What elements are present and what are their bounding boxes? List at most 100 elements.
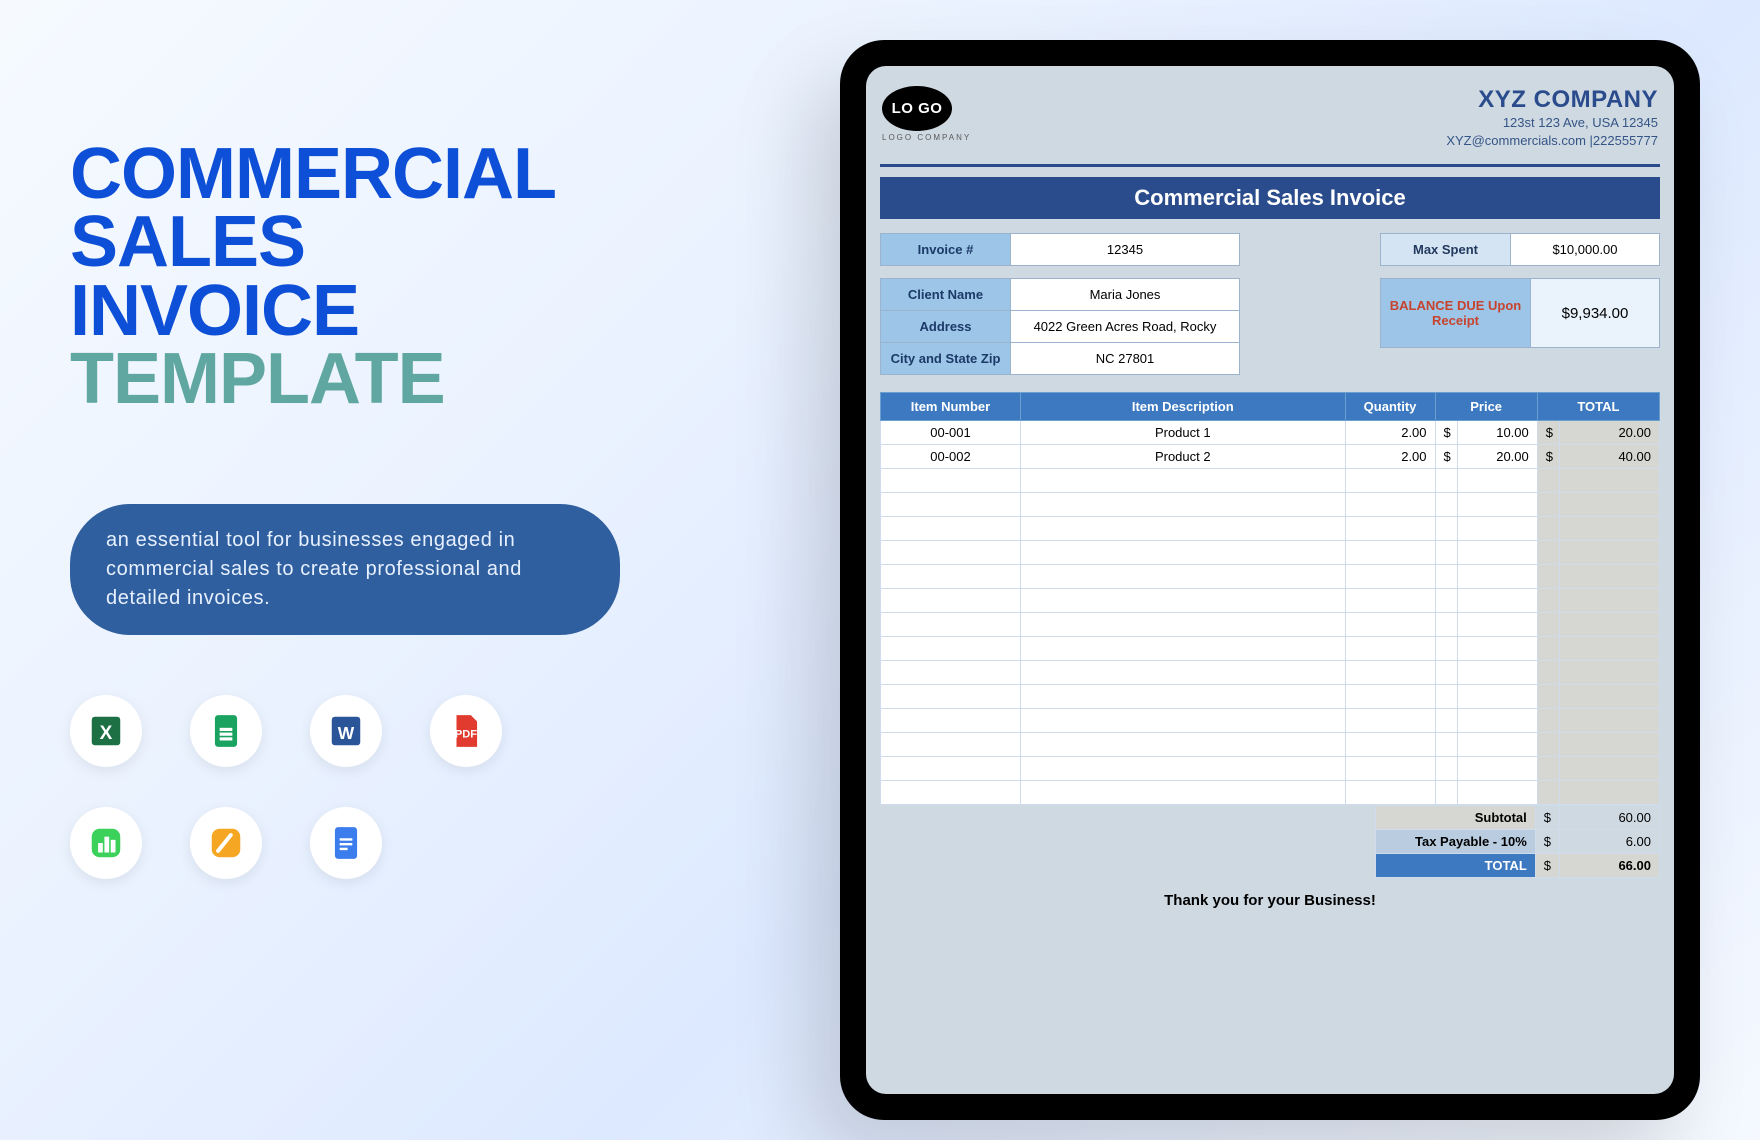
- table-row: 00-001Product 12.00$10.00$20.00: [881, 421, 1660, 445]
- info-right: Max Spent $10,000.00 BALANCE DUE Upon Re…: [1380, 233, 1660, 374]
- tax-label: Tax Payable - 10%: [1375, 830, 1535, 854]
- google-sheets-icon[interactable]: [190, 695, 262, 767]
- table-row: [881, 733, 1660, 757]
- cell-qty: 2.00: [1345, 445, 1435, 469]
- cell-price-cur: $: [1435, 421, 1457, 445]
- table-row: [881, 685, 1660, 709]
- balance-due-label: BALANCE DUE Upon Receipt: [1381, 279, 1531, 347]
- table-row: [881, 541, 1660, 565]
- subtotal-row: Subtotal $ 60.00: [880, 806, 1660, 830]
- company-contact: XYZ@commercials.com |222555777: [1446, 132, 1658, 150]
- invoice-number-row: Invoice # 12345: [880, 233, 1240, 266]
- subtotal-label: Subtotal: [1375, 806, 1535, 830]
- company-block: XYZ COMPANY 123st 123 Ave, USA 12345 XYZ…: [1446, 86, 1658, 150]
- items-table-body: 00-001Product 12.00$10.00$20.0000-002Pro…: [881, 421, 1660, 805]
- logo-subtext: LOGO COMPANY: [882, 133, 971, 142]
- col-price: Price: [1435, 393, 1537, 421]
- cell-price: 20.00: [1457, 445, 1537, 469]
- city-state-zip-row: City and State Zip NC 27801: [880, 342, 1240, 375]
- headline-line-3: INVOICE: [70, 277, 630, 345]
- thanks-text: Thank you for your Business!: [880, 892, 1660, 909]
- cell-item-desc: Product 1: [1021, 421, 1346, 445]
- header-rule: [880, 164, 1660, 167]
- address-row: Address 4022 Green Acres Road, Rocky: [880, 310, 1240, 343]
- cell-item-no: 00-001: [881, 421, 1021, 445]
- apple-pages-icon[interactable]: [190, 807, 262, 879]
- invoice-header: LO GO LOGO COMPANY XYZ COMPANY 123st 123…: [880, 80, 1660, 160]
- cell-item-desc: Product 2: [1021, 445, 1346, 469]
- city-state-zip-value: NC 27801: [1011, 343, 1239, 374]
- total-label: TOTAL: [1375, 854, 1535, 878]
- address-label: Address: [881, 311, 1011, 342]
- balance-due-value: $9,934.00: [1531, 279, 1659, 347]
- client-name-value: Maria Jones: [1011, 279, 1239, 310]
- subtotal-value: 60.00: [1560, 806, 1660, 830]
- invoice-number-value: 12345: [1011, 234, 1239, 265]
- tax-value: 6.00: [1560, 830, 1660, 854]
- tablet-frame: LO GO LOGO COMPANY XYZ COMPANY 123st 123…: [840, 40, 1700, 1120]
- col-quantity: Quantity: [1345, 393, 1435, 421]
- address-value: 4022 Green Acres Road, Rocky: [1011, 311, 1239, 342]
- tablet-screen: LO GO LOGO COMPANY XYZ COMPANY 123st 123…: [866, 66, 1674, 1094]
- tax-currency: $: [1535, 830, 1559, 854]
- invoice-title: Commercial Sales Invoice: [880, 177, 1660, 219]
- cell-total-cur: $: [1537, 445, 1559, 469]
- headline-line-2: SALES: [70, 208, 630, 276]
- cell-price: 10.00: [1457, 421, 1537, 445]
- total-row: TOTAL $ 66.00: [880, 854, 1660, 878]
- description-pill: an essential tool for businesses engaged…: [70, 504, 620, 635]
- subtotal-currency: $: [1535, 806, 1559, 830]
- left-panel: COMMERCIAL SALES INVOICE TEMPLATE an ess…: [70, 140, 630, 879]
- svg-text:W: W: [338, 722, 355, 742]
- max-spent-row: Max Spent $10,000.00: [1380, 233, 1660, 266]
- svg-text:X: X: [100, 722, 113, 743]
- excel-icon[interactable]: X: [70, 695, 142, 767]
- items-table-head: Item Number Item Description Quantity Pr…: [881, 393, 1660, 421]
- cell-total-cur: $: [1537, 421, 1559, 445]
- table-row: 00-002Product 22.00$20.00$40.00: [881, 445, 1660, 469]
- table-row: [881, 469, 1660, 493]
- table-row: [881, 709, 1660, 733]
- word-icon[interactable]: W: [310, 695, 382, 767]
- cell-total: 40.00: [1560, 445, 1660, 469]
- max-spent-label: Max Spent: [1381, 234, 1511, 265]
- client-name-label: Client Name: [881, 279, 1011, 310]
- table-row: [881, 517, 1660, 541]
- balance-due-row: BALANCE DUE Upon Receipt $9,934.00: [1380, 278, 1660, 348]
- table-row: [881, 757, 1660, 781]
- apple-numbers-icon[interactable]: [70, 807, 142, 879]
- table-row: [881, 493, 1660, 517]
- info-left: Invoice # 12345 Client Name Maria Jones …: [880, 233, 1240, 374]
- total-currency: $: [1535, 854, 1559, 878]
- table-row: [881, 637, 1660, 661]
- info-row: Invoice # 12345 Client Name Maria Jones …: [880, 233, 1660, 374]
- table-row: [881, 613, 1660, 637]
- cell-qty: 2.00: [1345, 421, 1435, 445]
- client-name-row: Client Name Maria Jones: [880, 278, 1240, 311]
- company-name: XYZ COMPANY: [1446, 86, 1658, 114]
- pdf-icon[interactable]: PDF: [430, 695, 502, 767]
- google-docs-icon[interactable]: [310, 807, 382, 879]
- items-table: Item Number Item Description Quantity Pr…: [880, 392, 1660, 805]
- invoice-sheet: LO GO LOGO COMPANY XYZ COMPANY 123st 123…: [880, 80, 1660, 909]
- table-row: [881, 589, 1660, 613]
- format-icons: X W PDF: [70, 695, 630, 879]
- logo-icon: LO GO: [882, 86, 952, 131]
- tax-row: Tax Payable - 10% $ 6.00: [880, 830, 1660, 854]
- city-state-zip-label: City and State Zip: [881, 343, 1011, 374]
- total-value: 66.00: [1560, 854, 1660, 878]
- logo-block: LO GO LOGO COMPANY: [882, 86, 971, 142]
- cell-price-cur: $: [1435, 445, 1457, 469]
- summary-table: Subtotal $ 60.00 Tax Payable - 10% $ 6.0…: [880, 805, 1660, 878]
- svg-text:PDF: PDF: [455, 728, 477, 740]
- table-row: [881, 565, 1660, 589]
- table-row: [881, 781, 1660, 805]
- table-row: [881, 661, 1660, 685]
- cell-total: 20.00: [1560, 421, 1660, 445]
- headline-line-4: TEMPLATE: [70, 345, 630, 413]
- cell-item-no: 00-002: [881, 445, 1021, 469]
- col-item-number: Item Number: [881, 393, 1021, 421]
- company-address: 123st 123 Ave, USA 12345: [1446, 114, 1658, 132]
- max-spent-value: $10,000.00: [1511, 234, 1659, 265]
- col-total: TOTAL: [1537, 393, 1659, 421]
